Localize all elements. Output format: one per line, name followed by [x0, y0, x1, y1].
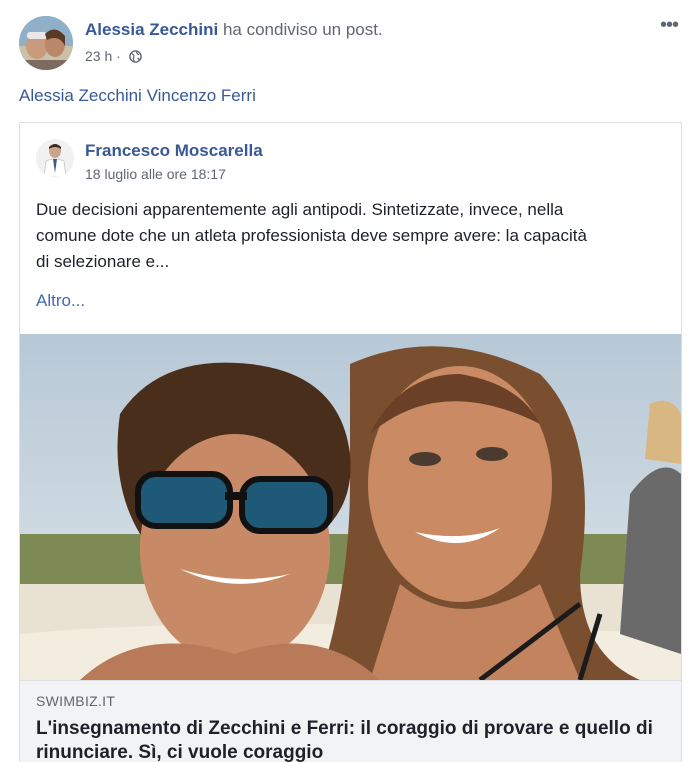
post-text-line: Due decisioni apparentemente agli antipo… — [36, 200, 564, 219]
more-options-icon[interactable]: ••• — [657, 15, 681, 38]
post-meta: 23 h · — [85, 48, 142, 66]
tagged-people: Alessia Zecchini Vincenzo Ferri — [19, 86, 256, 106]
meta-separator: · — [116, 48, 121, 64]
feed-post: Alessia Zecchini ha condiviso un post. 2… — [0, 0, 699, 762]
globe-icon[interactable] — [128, 50, 142, 66]
post-text: Due decisioni apparentemente agli antipo… — [36, 197, 666, 275]
post-timestamp[interactable]: 23 h — [85, 48, 112, 64]
shared-author-avatar[interactable] — [36, 139, 74, 177]
link-preview-image[interactable] — [20, 334, 681, 680]
shared-post-date[interactable]: 18 luglio alle ore 18:17 — [85, 166, 226, 182]
post-text-line: di selezionare e... — [36, 252, 170, 271]
post-action-text: ha condiviso un post. — [222, 20, 383, 39]
author-avatar[interactable] — [19, 16, 73, 70]
link-preview-footer[interactable]: SWIMBIZ.IT L'insegnamento di Zecchini e … — [20, 680, 681, 762]
shared-author-name-link[interactable]: Francesco Moscarella — [85, 141, 263, 161]
post-header: Alessia Zecchini ha condiviso un post. 2… — [19, 15, 689, 72]
header-line: Alessia Zecchini ha condiviso un post. — [85, 20, 383, 40]
tagged-person-link[interactable]: Alessia Zecchini — [19, 86, 142, 105]
link-domain: SWIMBIZ.IT — [36, 693, 116, 709]
author-name-link[interactable]: Alessia Zecchini — [85, 20, 218, 39]
tagged-person-link[interactable]: Vincenzo Ferri — [147, 86, 256, 105]
see-more-link[interactable]: Altro... — [36, 291, 85, 311]
shared-post-card: Francesco Moscarella 18 luglio alle ore … — [19, 122, 682, 762]
post-text-line: comune dote che un atleta professionista… — [36, 226, 587, 245]
link-title[interactable]: L'insegnamento di Zecchini e Ferri: il c… — [36, 717, 671, 762]
